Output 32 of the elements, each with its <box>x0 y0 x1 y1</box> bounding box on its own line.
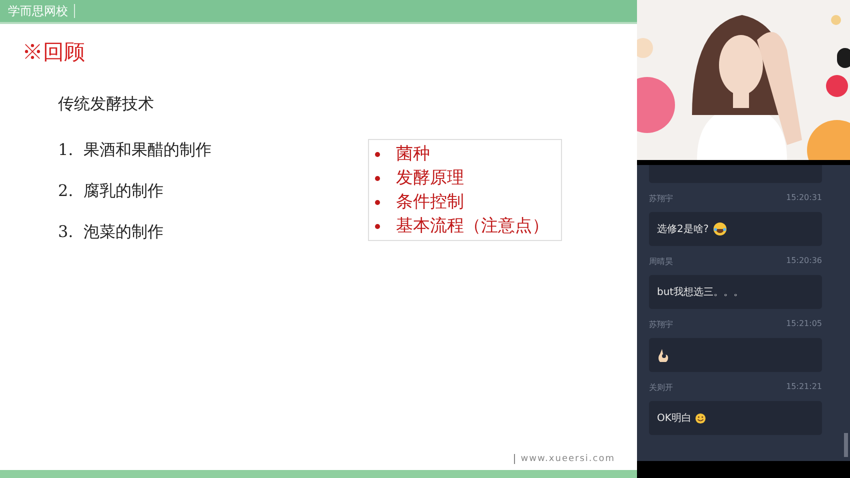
sender-name: 关则开 <box>649 382 673 393</box>
bullet-text: 菌种 <box>396 143 430 166</box>
slide-subtitle: 传统发酵技术 <box>58 94 155 115</box>
bullet-dot <box>375 176 380 180</box>
sender-name: 苏翔宇 <box>649 319 673 330</box>
message-text: but我想选三。。。 <box>657 286 744 299</box>
item-number: 3. <box>58 221 74 243</box>
item-text: 腐乳的制作 <box>83 180 164 202</box>
item-text: 泡菜的制作 <box>83 221 164 243</box>
message-time: 15:21:05 <box>786 319 822 330</box>
message-time: 15:20:31 <box>786 193 822 204</box>
bullet-text: 基本流程（注意点） <box>396 215 549 238</box>
logo: 学而思网校 <box>8 4 75 18</box>
sender-name: 苏翔宇 <box>649 193 673 204</box>
smiling-face-icon <box>695 412 706 424</box>
bullet-dot <box>375 200 380 204</box>
sender-name: 周晴昊 <box>649 256 673 267</box>
bullet-text: 发酵原理 <box>396 167 464 190</box>
bullet-text: 条件控制 <box>396 191 464 214</box>
website-text: www.xueersi.com <box>514 454 615 464</box>
item-number: 2. <box>58 180 74 202</box>
laughing-face-icon <box>712 222 727 236</box>
message-text: 选修2是啥? <box>657 222 709 236</box>
message-time: 15:20:36 <box>786 256 822 267</box>
item-number: 1. <box>58 139 74 161</box>
scrollbar[interactable] <box>844 433 848 457</box>
bullet-dot <box>375 224 380 228</box>
bullet-dot <box>375 152 380 156</box>
item-text: 果酒和果醋的制作 <box>83 139 212 161</box>
message-time: 15:21:21 <box>786 382 822 393</box>
slide-title: ※回顾 <box>22 39 86 66</box>
message-text: OK明白 <box>657 412 692 425</box>
